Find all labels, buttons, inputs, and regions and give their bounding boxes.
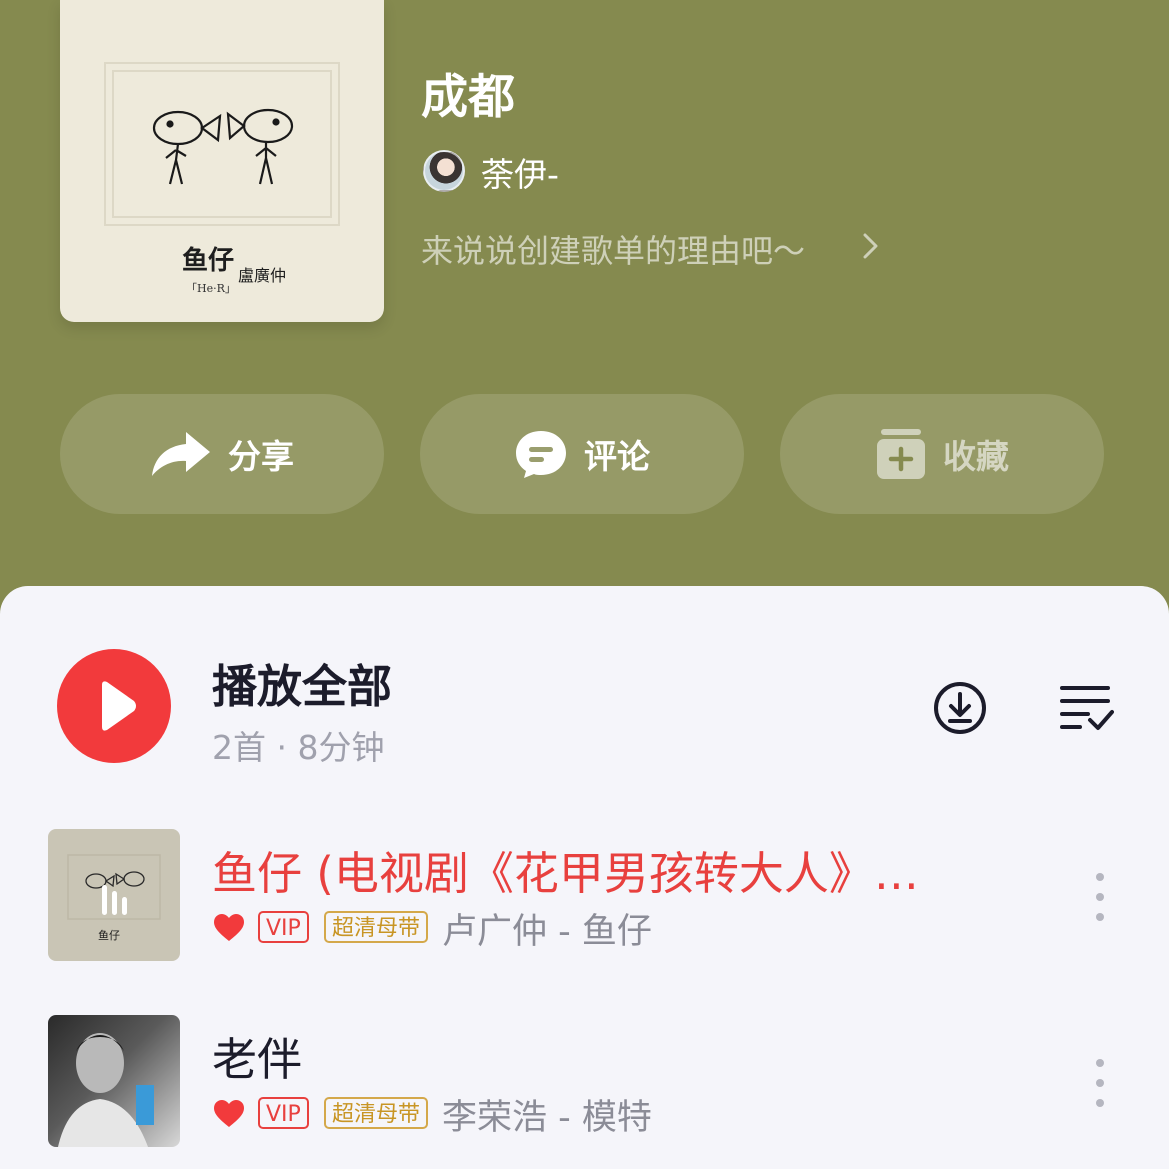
collect-icon — [877, 429, 925, 479]
cover-title: 鱼仔 — [182, 246, 235, 276]
playlist-cover[interactable]: 鱼仔 盧廣仲 「He·R」 — [60, 0, 384, 322]
playlist-description[interactable]: 来说说创建歌单的理由吧～ — [421, 226, 805, 272]
playing-bars-icon — [102, 885, 127, 915]
heart-icon[interactable] — [213, 1099, 245, 1129]
more-icon[interactable] — [1088, 1055, 1112, 1111]
song-thumbnail[interactable] — [48, 1015, 180, 1147]
quality-badge: 超清母带 — [324, 1097, 429, 1129]
song-artist-album: 李荣浩 - 模特 — [442, 1098, 652, 1138]
chevron-right-icon[interactable] — [858, 232, 882, 260]
download-icon[interactable] — [932, 680, 988, 736]
collect-label: 收藏 — [943, 437, 1009, 476]
comment-icon — [516, 431, 566, 478]
comment-label: 评论 — [584, 437, 650, 476]
share-button[interactable]: 分享 — [60, 394, 384, 514]
play-all-label[interactable]: 播放全部 — [212, 650, 392, 715]
share-label: 分享 — [228, 437, 294, 476]
collect-button[interactable]: 收藏 — [780, 394, 1104, 514]
cover-artist: 盧廣仲 — [238, 266, 287, 285]
quality-badge: 超清母带 — [324, 911, 429, 943]
song-list-panel: 播放全部 2首 · 8分钟 鱼仔 鱼仔 (电视剧《花甲男孩转大人》… VIP 超… — [0, 586, 1169, 1169]
song-title: 老伴 — [212, 1033, 303, 1086]
song-artist-album: 卢广仲 - 鱼仔 — [442, 912, 652, 952]
more-icon[interactable] — [1088, 869, 1112, 925]
play-icon — [102, 681, 136, 731]
cover-subtitle: 「He·R」 — [186, 282, 236, 295]
multi-select-icon[interactable] — [1058, 682, 1114, 732]
creator-name[interactable]: 荼伊- — [481, 148, 559, 196]
vip-badge: VIP — [258, 1097, 309, 1129]
cover-fish-illustration — [152, 108, 294, 185]
playlist-title[interactable]: 成都 — [421, 58, 515, 127]
song-thumbnail[interactable]: 鱼仔 — [48, 829, 180, 961]
play-all-button[interactable] — [57, 649, 171, 763]
creator-avatar[interactable] — [423, 150, 465, 192]
song-title: 鱼仔 (电视剧《花甲男孩转大人》… — [212, 847, 919, 900]
song-row[interactable]: 鱼仔 鱼仔 (电视剧《花甲男孩转大人》… VIP 超清母带 卢广仲 - 鱼仔 — [0, 829, 1169, 963]
heart-icon[interactable] — [213, 913, 245, 943]
share-icon — [152, 432, 210, 476]
artist-portrait — [58, 1033, 154, 1147]
playlist-meta: 2首 · 8分钟 — [212, 728, 385, 767]
song-row[interactable]: 老伴 VIP 超清母带 李荣浩 - 模特 — [0, 1015, 1169, 1149]
comment-button[interactable]: 评论 — [420, 394, 744, 514]
vip-badge: VIP — [258, 911, 309, 943]
